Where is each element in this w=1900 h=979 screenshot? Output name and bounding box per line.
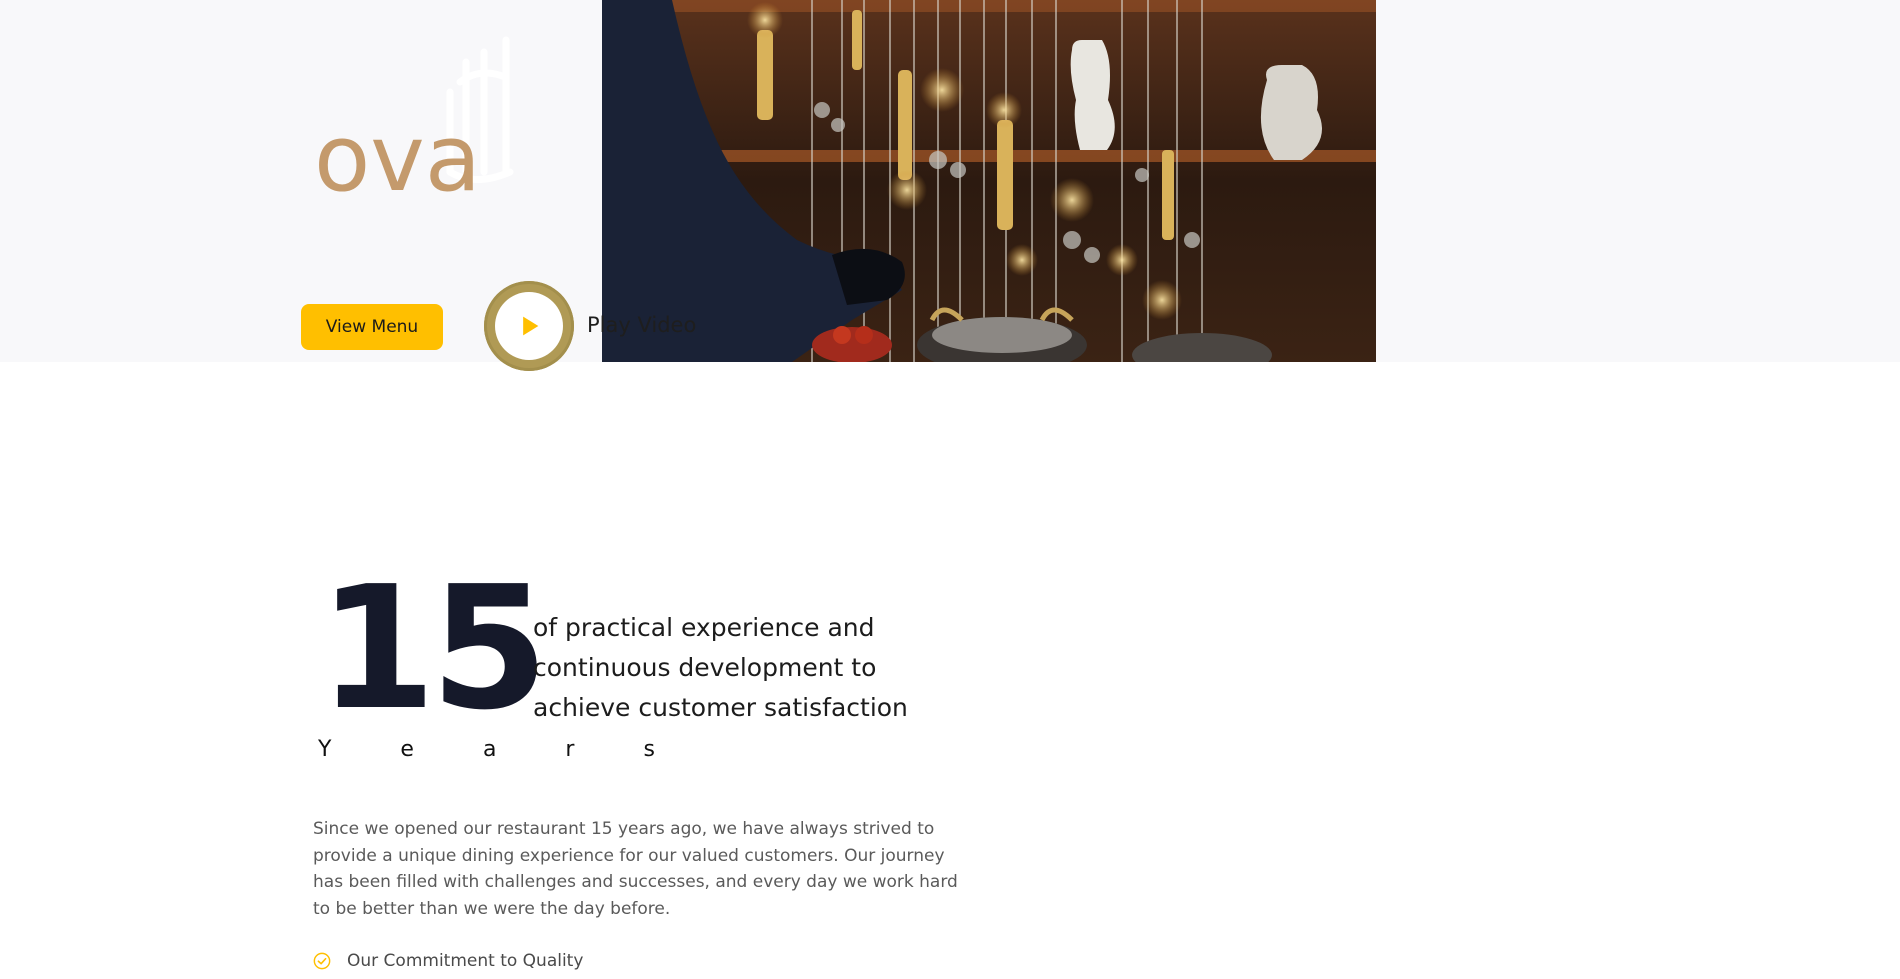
view-menu-button[interactable]: View Menu <box>301 304 443 350</box>
about-paragraph: Since we opened our restaurant 15 years … <box>313 819 958 919</box>
play-button-inner <box>495 292 563 360</box>
logo-text: ova <box>314 105 481 202</box>
play-video-label[interactable]: Play Video <box>587 313 696 337</box>
hero-section: ova View Menu Play Video <box>0 0 1900 371</box>
play-video-button[interactable] <box>484 281 574 371</box>
feature-list-item: Our Commitment to Quality <box>313 951 583 971</box>
play-icon <box>523 316 539 336</box>
feature-label: Our Commitment to Quality <box>347 951 584 971</box>
years-count: 15 <box>318 550 549 748</box>
years-unit-label: Y e a r s <box>318 737 686 762</box>
check-circle-icon <box>313 952 331 970</box>
logo-icon: ova <box>314 36 514 202</box>
experience-tagline: of practical experience and continuous d… <box>533 613 908 722</box>
hero-video-image[interactable] <box>602 0 1376 362</box>
brand-logo[interactable]: ova <box>310 22 550 202</box>
